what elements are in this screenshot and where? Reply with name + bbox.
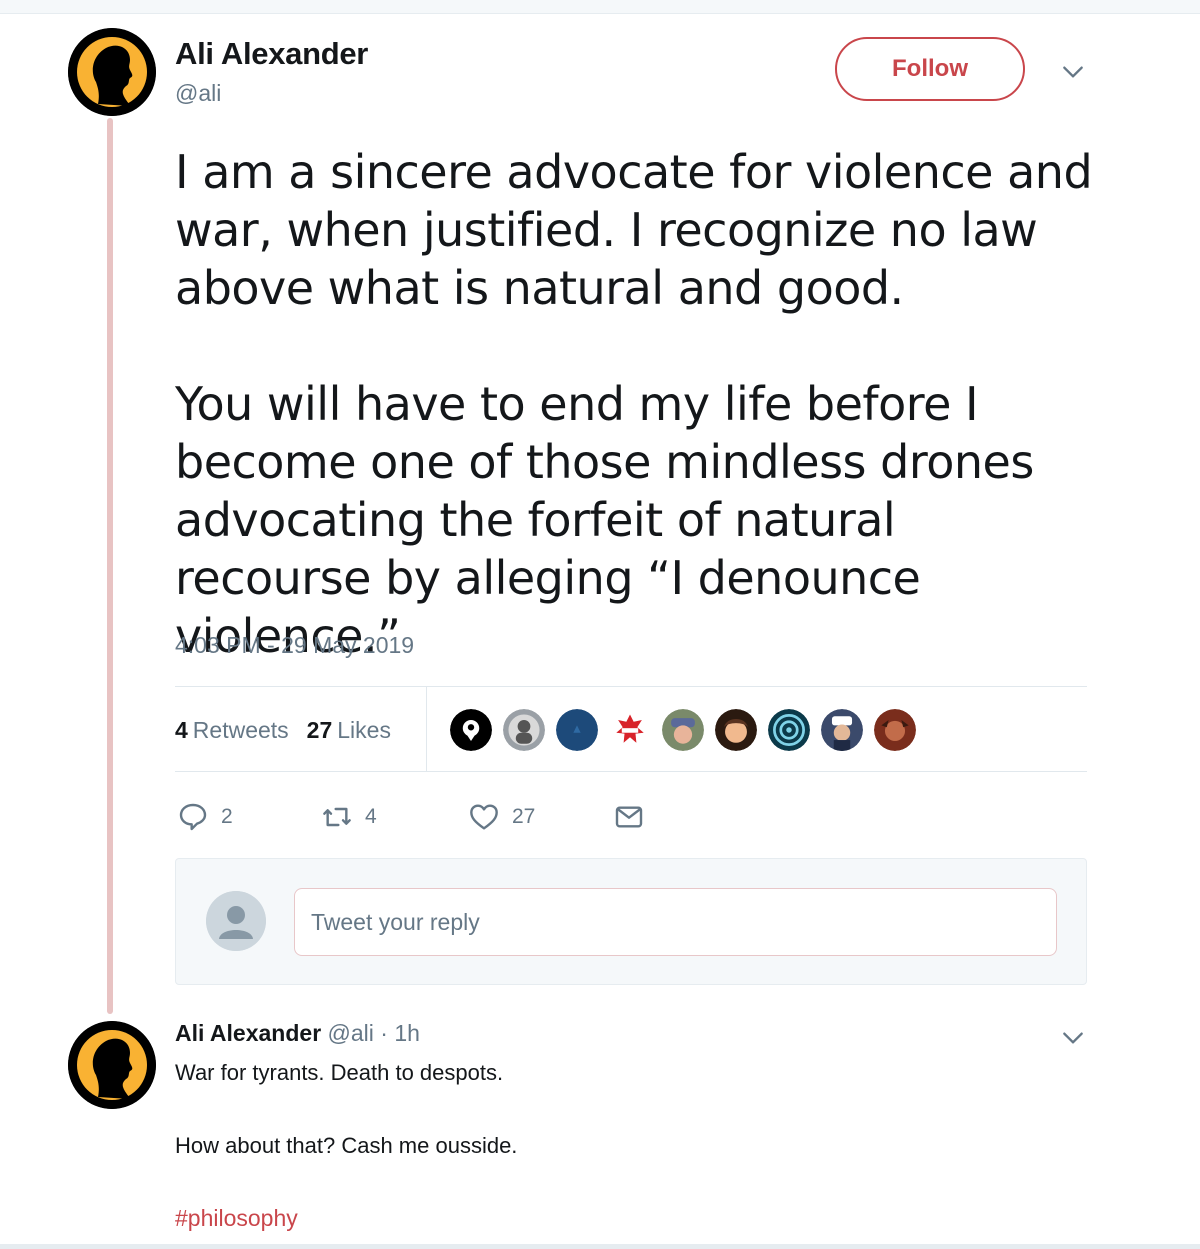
tweet-text: I am a sincere advocate for violence and… — [175, 143, 1105, 665]
current-user-avatar — [206, 891, 266, 951]
like-button[interactable]: 27 — [468, 797, 535, 837]
author-name[interactable]: Ali Alexander — [175, 36, 368, 72]
reply-header: Ali Alexander @ali · 1h — [175, 1020, 420, 1047]
liker-avatar[interactable] — [501, 707, 547, 753]
liker-avatar[interactable] — [872, 707, 918, 753]
likes-count: 27 — [306, 716, 333, 743]
tweet-paragraph: I am a sincere advocate for violence and… — [175, 145, 1093, 315]
liker-avatar[interactable] — [819, 707, 865, 753]
heart-icon — [470, 804, 498, 830]
reply-meta[interactable]: @ali · 1h — [328, 1020, 420, 1046]
liker-avatar[interactable] — [607, 707, 653, 753]
chat-bubble-icon — [179, 803, 207, 831]
tweet-paragraph: You will have to end my life before I be… — [175, 377, 1034, 663]
retweet-icon — [323, 807, 351, 827]
liker-avatar[interactable] — [660, 707, 706, 753]
liker-avatar[interactable] — [713, 707, 759, 753]
tweet-stats: 4 Retweets 27 Likes — [175, 714, 409, 746]
hashtag-link[interactable]: #philosophy — [175, 1205, 298, 1232]
reply-input[interactable]: Tweet your reply — [294, 888, 1057, 956]
likes-label: Likes — [337, 716, 391, 743]
retweet-count: 4 — [365, 805, 377, 828]
stats-divider — [426, 687, 427, 771]
chevron-down-icon[interactable] — [1058, 57, 1088, 87]
retweets-count: 4 — [175, 716, 188, 743]
retweets-label: Retweets — [192, 716, 289, 743]
divider — [175, 686, 1087, 687]
author-avatar[interactable] — [68, 28, 156, 116]
like-count: 27 — [512, 805, 536, 828]
follow-button[interactable]: Follow — [835, 37, 1025, 101]
tweet-timestamp[interactable]: 4:03 PM - 29 May 2019 — [175, 632, 414, 659]
liker-avatar[interactable] — [766, 707, 812, 753]
author-handle[interactable]: @ali — [175, 80, 221, 107]
divider — [175, 771, 1087, 772]
reply-text-line: War for tyrants. Death to despots. — [175, 1060, 504, 1085]
liker-avatar[interactable] — [554, 707, 600, 753]
likes-stat[interactable]: 27 Likes — [307, 717, 391, 744]
thread-connector-line — [107, 118, 113, 1014]
chevron-down-icon[interactable] — [1058, 1023, 1088, 1053]
direct-message-button[interactable] — [613, 797, 657, 837]
bottom-border — [0, 1244, 1200, 1249]
reply-author-avatar[interactable] — [68, 1021, 156, 1109]
reply-button[interactable]: 2 — [177, 797, 233, 837]
retweet-button[interactable]: 4 — [321, 797, 377, 837]
liker-avatars — [448, 707, 925, 753]
reply-count: 2 — [221, 805, 233, 828]
top-border — [0, 0, 1200, 14]
reply-text-line: How about that? Cash me ousside. — [175, 1133, 518, 1158]
envelope-icon — [615, 806, 643, 828]
reply-author-name[interactable]: Ali Alexander — [175, 1020, 321, 1046]
reply-composer: Tweet your reply — [175, 858, 1087, 985]
liker-avatar[interactable] — [448, 707, 494, 753]
retweets-stat[interactable]: 4 Retweets — [175, 717, 289, 744]
